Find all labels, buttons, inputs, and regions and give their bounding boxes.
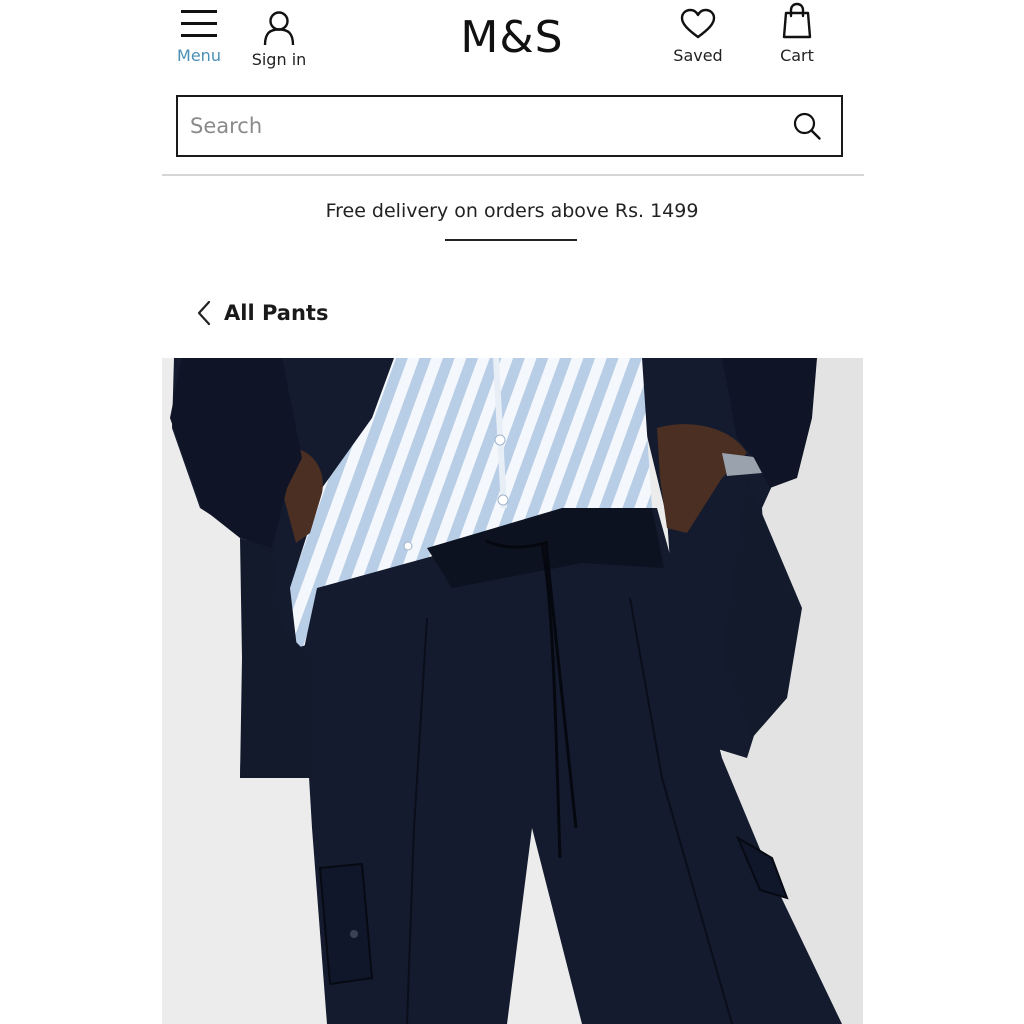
search-bar	[176, 95, 843, 157]
menu-button[interactable]: Menu	[172, 0, 226, 66]
shopping-bag-icon	[780, 2, 814, 40]
menu-label: Menu	[177, 46, 221, 65]
back-link-label: All Pants	[224, 301, 329, 325]
search-icon[interactable]	[787, 106, 827, 146]
saved-label: Saved	[673, 46, 723, 65]
promo-banner-text[interactable]: Free delivery on orders above Rs. 1499	[162, 198, 862, 224]
back-to-category-link[interactable]: All Pants	[194, 296, 328, 330]
brand-logo[interactable]: M&S	[452, 10, 572, 66]
sign-in-button[interactable]: Sign in	[246, 0, 312, 70]
cart-label: Cart	[780, 46, 814, 65]
cart-button[interactable]: Cart	[772, 0, 822, 66]
search-input[interactable]	[178, 96, 787, 156]
heart-icon	[680, 8, 716, 40]
saved-button[interactable]: Saved	[666, 0, 730, 66]
sign-in-label: Sign in	[251, 50, 307, 69]
promo-indicator	[445, 239, 577, 241]
header-divider	[162, 174, 864, 176]
chevron-left-icon	[194, 299, 214, 327]
product-page: Menu Sign in M&S Saved Cart Search Free …	[0, 0, 1024, 1024]
user-icon	[262, 10, 296, 46]
hamburger-icon	[179, 6, 219, 42]
product-image[interactable]	[162, 358, 863, 1024]
